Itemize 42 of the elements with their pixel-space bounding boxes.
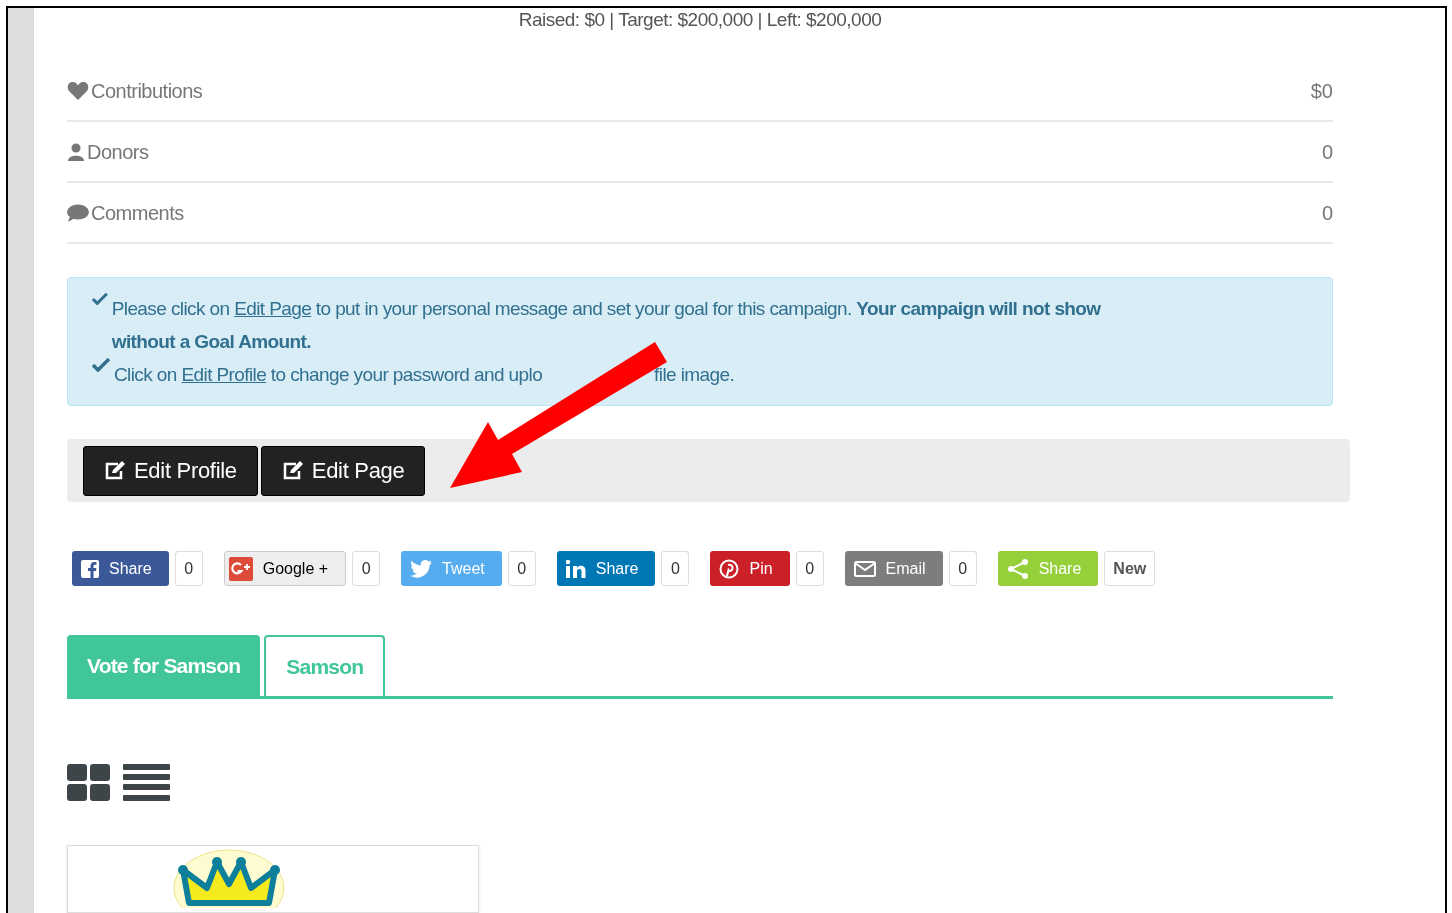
notice-text: Please click on Edit Page to put in your personal message and set your goal for this campaign. Your campaign will not show without a Goal Amount.	[111, 297, 1102, 354]
google-plus-icon	[228, 556, 253, 581]
edit-icon	[104, 460, 126, 481]
stat-label: Donors	[87, 139, 149, 165]
linkedin-icon	[565, 559, 586, 578]
edit-icon	[281, 460, 304, 481]
grid-view-icon[interactable]	[67, 764, 110, 802]
checkmark-icon	[92, 292, 108, 306]
stat-label: Comments	[91, 200, 184, 226]
speech-bubble-icon	[67, 203, 89, 222]
envelope-icon	[853, 560, 876, 577]
share-button[interactable]: Pin	[710, 551, 790, 587]
checkmark-icon	[92, 358, 110, 372]
heart-icon	[67, 81, 89, 100]
stat-value: 0	[1321, 200, 1333, 226]
notice-text: Click on Edit Profile to change your password and uplo file image.	[114, 363, 735, 387]
share-button[interactable]: Google +	[223, 551, 347, 587]
share-button[interactable]: Share	[72, 551, 169, 587]
share-count: 0	[795, 551, 824, 587]
share-count: 0	[507, 551, 536, 587]
share-button[interactable]: Tweet	[401, 551, 502, 587]
share-count: 0	[948, 551, 977, 587]
notice-link[interactable]: Edit Profile	[181, 364, 267, 385]
user-icon	[67, 142, 85, 161]
notice-link[interactable]: Edit Page	[234, 298, 312, 319]
edit-button[interactable]: Edit Profile	[83, 445, 258, 496]
fundraising-summary: Raised: $0 | Target: $200,000 | Left: $200,000	[518, 9, 882, 30]
share-button[interactable]: Share	[556, 551, 656, 587]
edit-button[interactable]: Edit Page	[260, 445, 426, 496]
stat-value: $0	[1310, 78, 1333, 104]
facebook-icon	[81, 559, 99, 578]
share-icon	[1006, 558, 1029, 579]
share-button[interactable]: Email	[844, 551, 943, 587]
share-count: 0	[174, 551, 203, 587]
share-count: New	[1104, 551, 1156, 587]
stat-value: 0	[1321, 139, 1333, 165]
list-view-icon[interactable]	[123, 764, 170, 802]
share-count: 0	[352, 551, 381, 587]
stat-label: Contributions	[91, 78, 203, 104]
pinterest-icon	[719, 558, 740, 579]
share-count: 0	[661, 551, 690, 587]
bird-icon	[410, 559, 433, 578]
